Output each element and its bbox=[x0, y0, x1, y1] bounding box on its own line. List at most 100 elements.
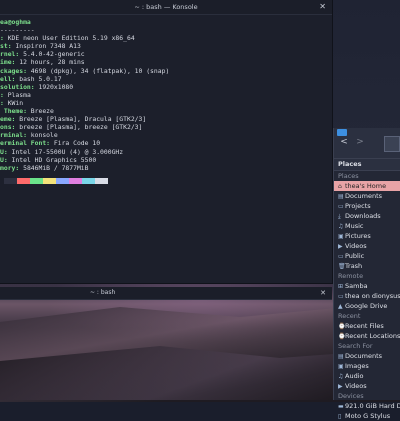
place-icon: ▲ bbox=[338, 303, 343, 310]
places-item[interactable]: ♫ Audio bbox=[334, 371, 400, 381]
places-item[interactable]: ⌚Recent Locations bbox=[334, 331, 400, 341]
terminal-value: 5.4.0-42-generic bbox=[19, 50, 85, 59]
places-item-label: Samba bbox=[345, 282, 368, 290]
places-item-label: Google Drive bbox=[345, 302, 388, 310]
places-item-label: Videos bbox=[345, 242, 367, 250]
color-palette bbox=[4, 177, 332, 184]
terminal-key: mory: bbox=[0, 163, 20, 172]
terminal-value: Fira Code 10 bbox=[50, 139, 101, 148]
places-item[interactable]: ▶ Videos bbox=[334, 241, 400, 251]
places-item[interactable]: ▭Projects bbox=[334, 201, 400, 211]
place-icon: ♫ bbox=[338, 223, 344, 230]
terminal-value: KWin bbox=[3, 98, 24, 107]
terminal-line: ckages: 4698 (dpkg), 34 (flatpak), 10 (s… bbox=[0, 67, 332, 75]
second-terminal-titlebar[interactable]: ~ : bash ✕ bbox=[0, 287, 332, 300]
terminal-line: : KDE neon User Edition 5.19 x86_64 bbox=[0, 34, 332, 42]
places-item[interactable]: ▤Documents bbox=[334, 351, 400, 361]
place-icon: ▤ bbox=[338, 193, 344, 200]
palette-swatch bbox=[69, 177, 82, 184]
places-item-label: Public bbox=[345, 252, 365, 260]
terminal-value: 4698 (dpkg), 34 (flatpak), 10 (snap) bbox=[26, 66, 170, 75]
place-icon: ▤ bbox=[338, 353, 344, 360]
terminal-key: eme: bbox=[0, 115, 16, 124]
dolphin-app-icon bbox=[337, 129, 347, 136]
dolphin-window[interactable]: < > Places Places ⌂ thea's Home ▤Documents ▭… bbox=[333, 128, 400, 420]
places-item-label: thea on dionysus bbox=[345, 292, 400, 300]
terminal-key: Theme: bbox=[0, 107, 27, 116]
places-item[interactable]: ⌂ thea's Home bbox=[334, 181, 400, 191]
terminal-key: U: bbox=[0, 147, 8, 156]
place-icon: ▶ bbox=[338, 243, 343, 250]
terminal-value: breeze [Plasma], breeze [GTK2/3] bbox=[15, 123, 143, 132]
terminal-value: Breeze [Plasma], Dracula [GTK2/3] bbox=[15, 115, 147, 124]
places-item-label: 921.0 GiB Hard Drive bbox=[345, 402, 400, 410]
places-item-label: Audio bbox=[345, 372, 364, 380]
terminal-line: ons: breeze [Plasma], breeze [GTK2/3] bbox=[0, 123, 332, 131]
terminal-key: st: bbox=[0, 42, 12, 51]
konsole-titlebar[interactable]: ~ : bash — Konsole ✕ bbox=[0, 0, 332, 15]
terminal-line: eme: Breeze [Plasma], Dracula [GTK2/3] bbox=[0, 115, 332, 123]
places-item-label: Images bbox=[345, 362, 369, 370]
places-item-label: Downloads bbox=[345, 212, 381, 220]
terminal-key: erminal Font: bbox=[0, 139, 51, 148]
terminal-output[interactable]: ea@oghma ---------: KDE neon User Edition… bbox=[0, 15, 332, 172]
places-item[interactable]: ♫ Music bbox=[334, 221, 400, 231]
places-item[interactable]: ⊞ Samba bbox=[334, 281, 400, 291]
terminal-value: 5846MiB / 7877MiB bbox=[19, 163, 89, 172]
close-icon[interactable]: ✕ bbox=[319, 0, 326, 14]
places-item-label: Music bbox=[345, 222, 364, 230]
places-item[interactable]: ⤓ Downloads bbox=[334, 211, 400, 221]
places-item[interactable]: ▶ Videos bbox=[334, 381, 400, 391]
close-icon[interactable]: ✕ bbox=[320, 287, 326, 299]
places-panel: Places Places ⌂ thea's Home ▤Documents ▭Proj… bbox=[334, 159, 400, 421]
terminal-line: ime: 12 hours, 28 mins bbox=[0, 58, 332, 66]
terminal-line: rminal: konsole bbox=[0, 131, 332, 139]
places-item[interactable]: ▬921.0 GiB Hard Drive bbox=[334, 401, 400, 411]
terminal-value: 12 hours, 28 mins bbox=[15, 58, 85, 67]
places-section-header: Places bbox=[338, 172, 359, 180]
place-icon: ▭ bbox=[338, 253, 344, 260]
forward-arrow-icon[interactable]: > bbox=[353, 136, 367, 149]
terminal-key: ime: bbox=[0, 58, 16, 67]
places-item[interactable]: ▲ Google Drive bbox=[334, 301, 400, 311]
places-item-label: Documents bbox=[345, 352, 383, 360]
terminal-value: ea@oghma bbox=[0, 18, 31, 26]
place-icon: ⌚ bbox=[338, 323, 346, 330]
places-item[interactable]: ▯ Moto G Stylus bbox=[334, 411, 400, 421]
terminal-line: : Plasma bbox=[0, 91, 332, 99]
places-item[interactable]: ⌚Recent Files bbox=[334, 321, 400, 331]
places-item-label: Projects bbox=[345, 202, 371, 210]
place-icon: ▣ bbox=[338, 363, 344, 370]
places-item[interactable]: ▭thea on dionysus bbox=[334, 291, 400, 301]
palette-swatch bbox=[43, 177, 56, 184]
view-mode-button[interactable] bbox=[384, 136, 400, 152]
terminal-line: U: Intel HD Graphics 5500 bbox=[0, 156, 332, 164]
place-icon: ▣ bbox=[338, 233, 344, 240]
back-arrow-icon[interactable]: < bbox=[337, 136, 351, 149]
places-item[interactable]: ▭Public bbox=[334, 251, 400, 261]
place-icon: ▬ bbox=[338, 403, 344, 410]
palette-swatch bbox=[30, 177, 43, 184]
places-item[interactable]: 🗑Trash bbox=[334, 261, 400, 271]
window-title: ~ : bash bbox=[90, 289, 116, 296]
terminal-line: Theme: Breeze bbox=[0, 107, 332, 115]
terminal-value: --------- bbox=[0, 26, 35, 35]
places-section-header: Search For bbox=[338, 342, 373, 350]
terminal-value: Intel HD Graphics 5500 bbox=[7, 155, 97, 164]
place-icon: 🗑 bbox=[338, 263, 346, 270]
terminal-line: U: Intel i7-5500U (4) @ 3.000GHz bbox=[0, 148, 332, 156]
terminal-line: --------- bbox=[0, 26, 332, 34]
terminal-line: mory: 5846MiB / 7877MiB bbox=[0, 164, 332, 172]
terminal-value: konsole bbox=[26, 131, 58, 140]
terminal-value: KDE neon User Edition 5.19 x86_64 bbox=[3, 34, 135, 43]
place-icon: ▯ bbox=[338, 413, 342, 420]
places-item-label: thea's Home bbox=[345, 182, 387, 190]
terminal-key: rnel: bbox=[0, 50, 20, 59]
place-icon: ♫ bbox=[338, 373, 344, 380]
terminal-key: U: bbox=[0, 155, 8, 164]
terminal-line: ell: bash 5.0.17 bbox=[0, 75, 332, 83]
places-item[interactable]: ▣Pictures bbox=[334, 231, 400, 241]
places-item[interactable]: ▣Images bbox=[334, 361, 400, 371]
places-item[interactable]: ▤Documents bbox=[334, 191, 400, 201]
konsole-window[interactable]: ~ : bash — Konsole ✕ ea@oghma ---------: … bbox=[0, 0, 333, 284]
